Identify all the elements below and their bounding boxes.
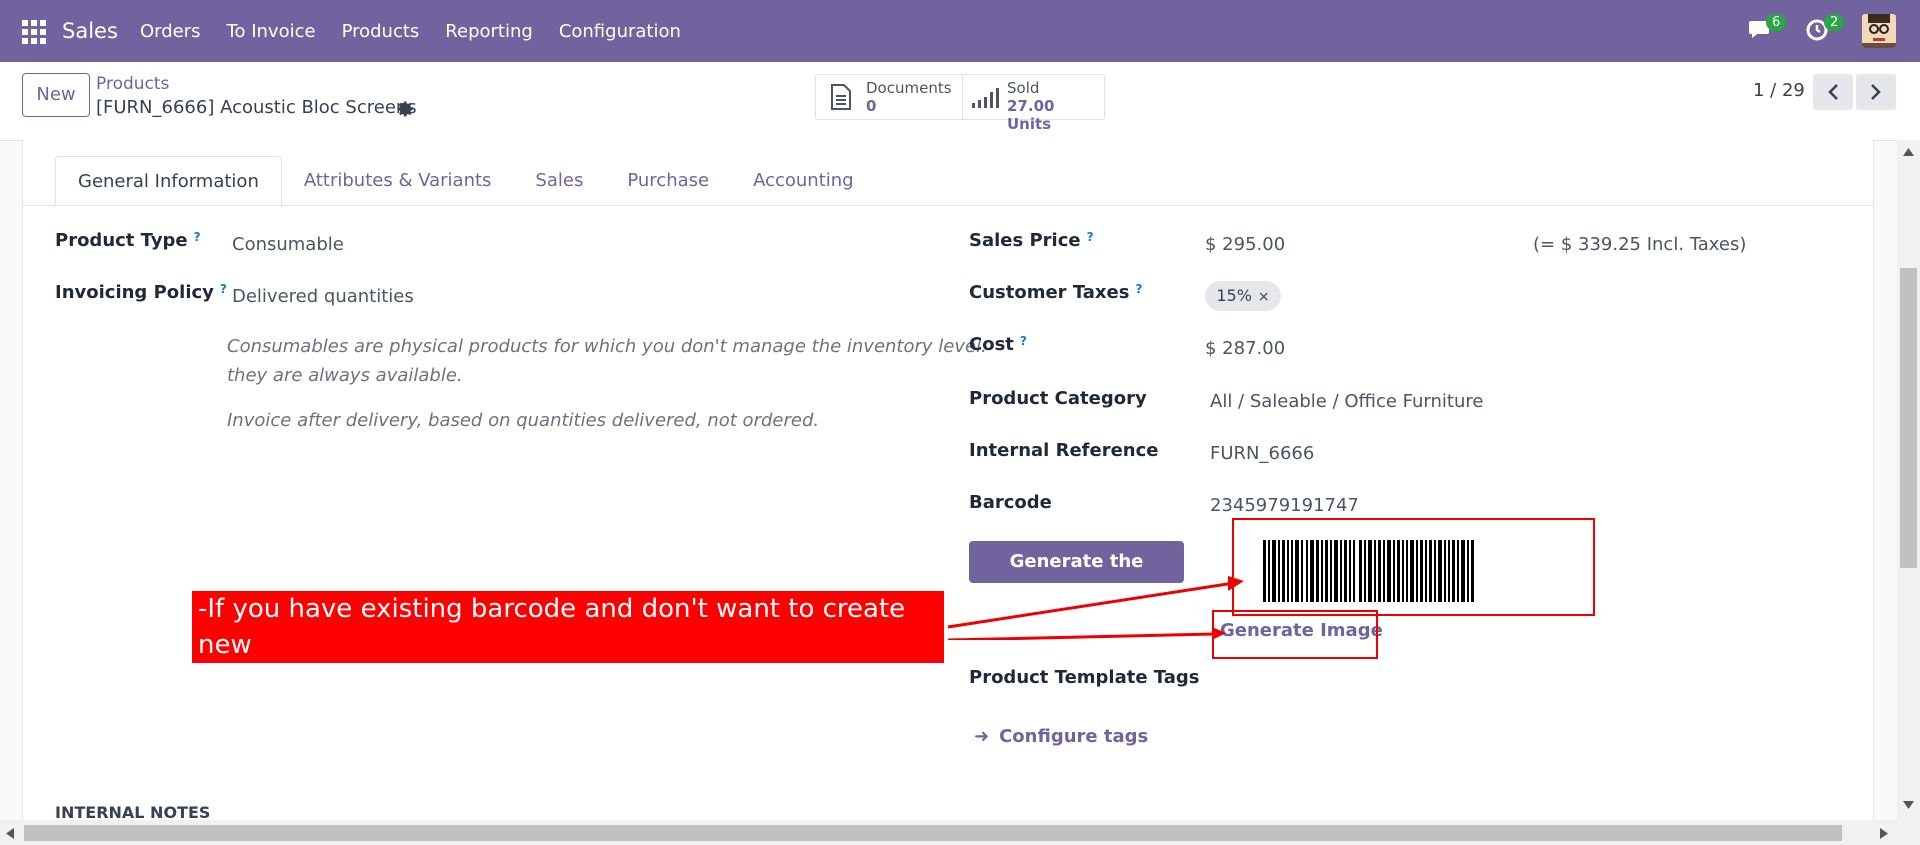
sold-smart-button[interactable]: Sold 27.00 Units <box>963 75 1103 133</box>
horizontal-scroll-thumb[interactable] <box>24 825 1842 841</box>
product-type-label: Product Type? <box>55 230 201 251</box>
help-tooltip-icon[interactable]: ? <box>1020 334 1027 348</box>
menu-configuration[interactable]: Configuration <box>559 21 681 42</box>
chevron-right-icon <box>1871 84 1881 100</box>
main-menu: Orders To Invoice Products Reporting Con… <box>140 21 707 42</box>
product-type-field[interactable]: Consumable <box>232 234 344 255</box>
cost-field[interactable]: $ 287.00 <box>1205 338 1285 359</box>
chat-badge: 6 <box>1766 14 1787 31</box>
tax-tag[interactable]: 15% × <box>1205 281 1281 311</box>
remove-tag-icon[interactable]: × <box>1258 289 1270 305</box>
tab-accounting[interactable]: Accounting <box>731 156 876 206</box>
documents-label: Documents <box>866 79 952 97</box>
internal-reference-label: Internal Reference <box>969 440 1159 461</box>
signal-chart-icon <box>972 88 999 108</box>
pager-value[interactable]: 1 / 29 <box>1753 80 1805 101</box>
annotation-callout: -If you have existing barcode and don't … <box>192 591 944 732</box>
barcode-label: Barcode <box>969 492 1052 513</box>
invoice-policy-help: Invoice after delivery, based on quantit… <box>227 410 820 431</box>
tab-sales[interactable]: Sales <box>513 156 605 206</box>
pager-previous-button[interactable] <box>1813 74 1853 110</box>
annotation-line-1: -If you have existing barcode and don't … <box>198 594 906 660</box>
customer-taxes-label: Customer Taxes? <box>969 282 1143 303</box>
tab-general-information[interactable]: General Information <box>55 156 282 206</box>
invoicing-policy-label: Invoicing Policy? <box>55 282 227 303</box>
menu-reporting[interactable]: Reporting <box>445 21 533 42</box>
consumable-help-line-2: they are always available. <box>227 365 463 386</box>
annotation-barcode-highlight <box>1232 518 1595 616</box>
menu-to-invoice[interactable]: To Invoice <box>227 21 316 42</box>
horizontal-scrollbar[interactable] <box>0 820 1920 845</box>
arrow-right-icon: ➜ <box>974 726 990 747</box>
sales-price-label: Sales Price? <box>969 230 1094 251</box>
sold-value: 27.00 Units <box>1007 97 1055 133</box>
help-tooltip-icon[interactable]: ? <box>1087 230 1094 244</box>
tab-divider <box>23 205 1873 206</box>
configure-tags-link[interactable]: ➜ Configure tags <box>974 726 1148 747</box>
scroll-right-icon[interactable] <box>1880 828 1888 839</box>
price-incl-taxes: (= $ 339.25 Incl. Taxes) <box>1533 234 1747 255</box>
help-tooltip-icon[interactable]: ? <box>220 282 227 296</box>
scroll-up-icon[interactable] <box>1903 148 1914 156</box>
pager-next-button[interactable] <box>1856 74 1896 110</box>
document-icon <box>831 84 851 110</box>
tab-purchase[interactable]: Purchase <box>605 156 731 206</box>
app-brand[interactable]: Sales <box>62 19 118 43</box>
product-template-tags-label: Product Template Tags <box>969 667 1200 688</box>
breadcrumb-current-record: [FURN_6666] Acoustic Bloc Screens <box>96 97 417 118</box>
product-category-field[interactable]: All / Saleable / Office Furniture <box>1210 391 1483 412</box>
new-button[interactable]: New <box>22 73 90 117</box>
activity-badge: 2 <box>1824 14 1845 31</box>
product-category-label: Product Category <box>969 388 1147 409</box>
control-panel: New Products [FURN_6666] Acoustic Bloc S… <box>0 62 1920 141</box>
documents-count: 0 <box>866 97 877 115</box>
activity-button[interactable]: 2 <box>1806 14 1845 46</box>
annotation-arrows <box>947 576 1244 640</box>
internal-reference-field[interactable]: FURN_6666 <box>1210 443 1314 464</box>
vertical-scroll-thumb[interactable] <box>1900 268 1917 568</box>
sold-label: Sold <box>1007 79 1040 97</box>
consumable-help-line-1: Consumables are physical products for wh… <box>227 336 988 357</box>
gear-icon[interactable] <box>397 100 415 118</box>
barcode-field[interactable]: 2345979191747 <box>1210 495 1359 516</box>
sales-price-field[interactable]: $ 295.00 <box>1205 234 1285 255</box>
help-tooltip-icon[interactable]: ? <box>194 230 201 244</box>
tax-tag-label: 15% <box>1216 286 1252 305</box>
help-tooltip-icon[interactable]: ? <box>1135 282 1142 296</box>
chat-button[interactable]: 6 <box>1748 14 1787 46</box>
breadcrumb-products[interactable]: Products <box>96 74 169 94</box>
documents-smart-button[interactable]: Documents 0 <box>816 75 963 119</box>
apps-grid-icon[interactable] <box>22 20 46 44</box>
tab-attributes-variants[interactable]: Attributes & Variants <box>282 156 514 206</box>
scroll-left-icon[interactable] <box>6 828 14 839</box>
notebook-tabs: General Information Attributes & Variant… <box>55 156 876 206</box>
top-navbar: Sales Orders To Invoice Products Reporti… <box>0 0 1920 62</box>
menu-products[interactable]: Products <box>342 21 420 42</box>
cost-label: Cost? <box>969 334 1027 355</box>
annotation-line-2: than you can get barcode image from clic… <box>198 666 854 732</box>
vertical-scrollbar[interactable] <box>1897 140 1920 820</box>
invoicing-policy-field[interactable]: Delivered quantities <box>232 286 414 307</box>
chevron-left-icon <box>1828 84 1838 100</box>
menu-orders[interactable]: Orders <box>140 21 201 42</box>
user-avatar[interactable] <box>1862 14 1896 48</box>
scroll-down-icon[interactable] <box>1903 801 1914 809</box>
smart-buttons: Documents 0 Sold 27.00 Units <box>815 74 1105 133</box>
